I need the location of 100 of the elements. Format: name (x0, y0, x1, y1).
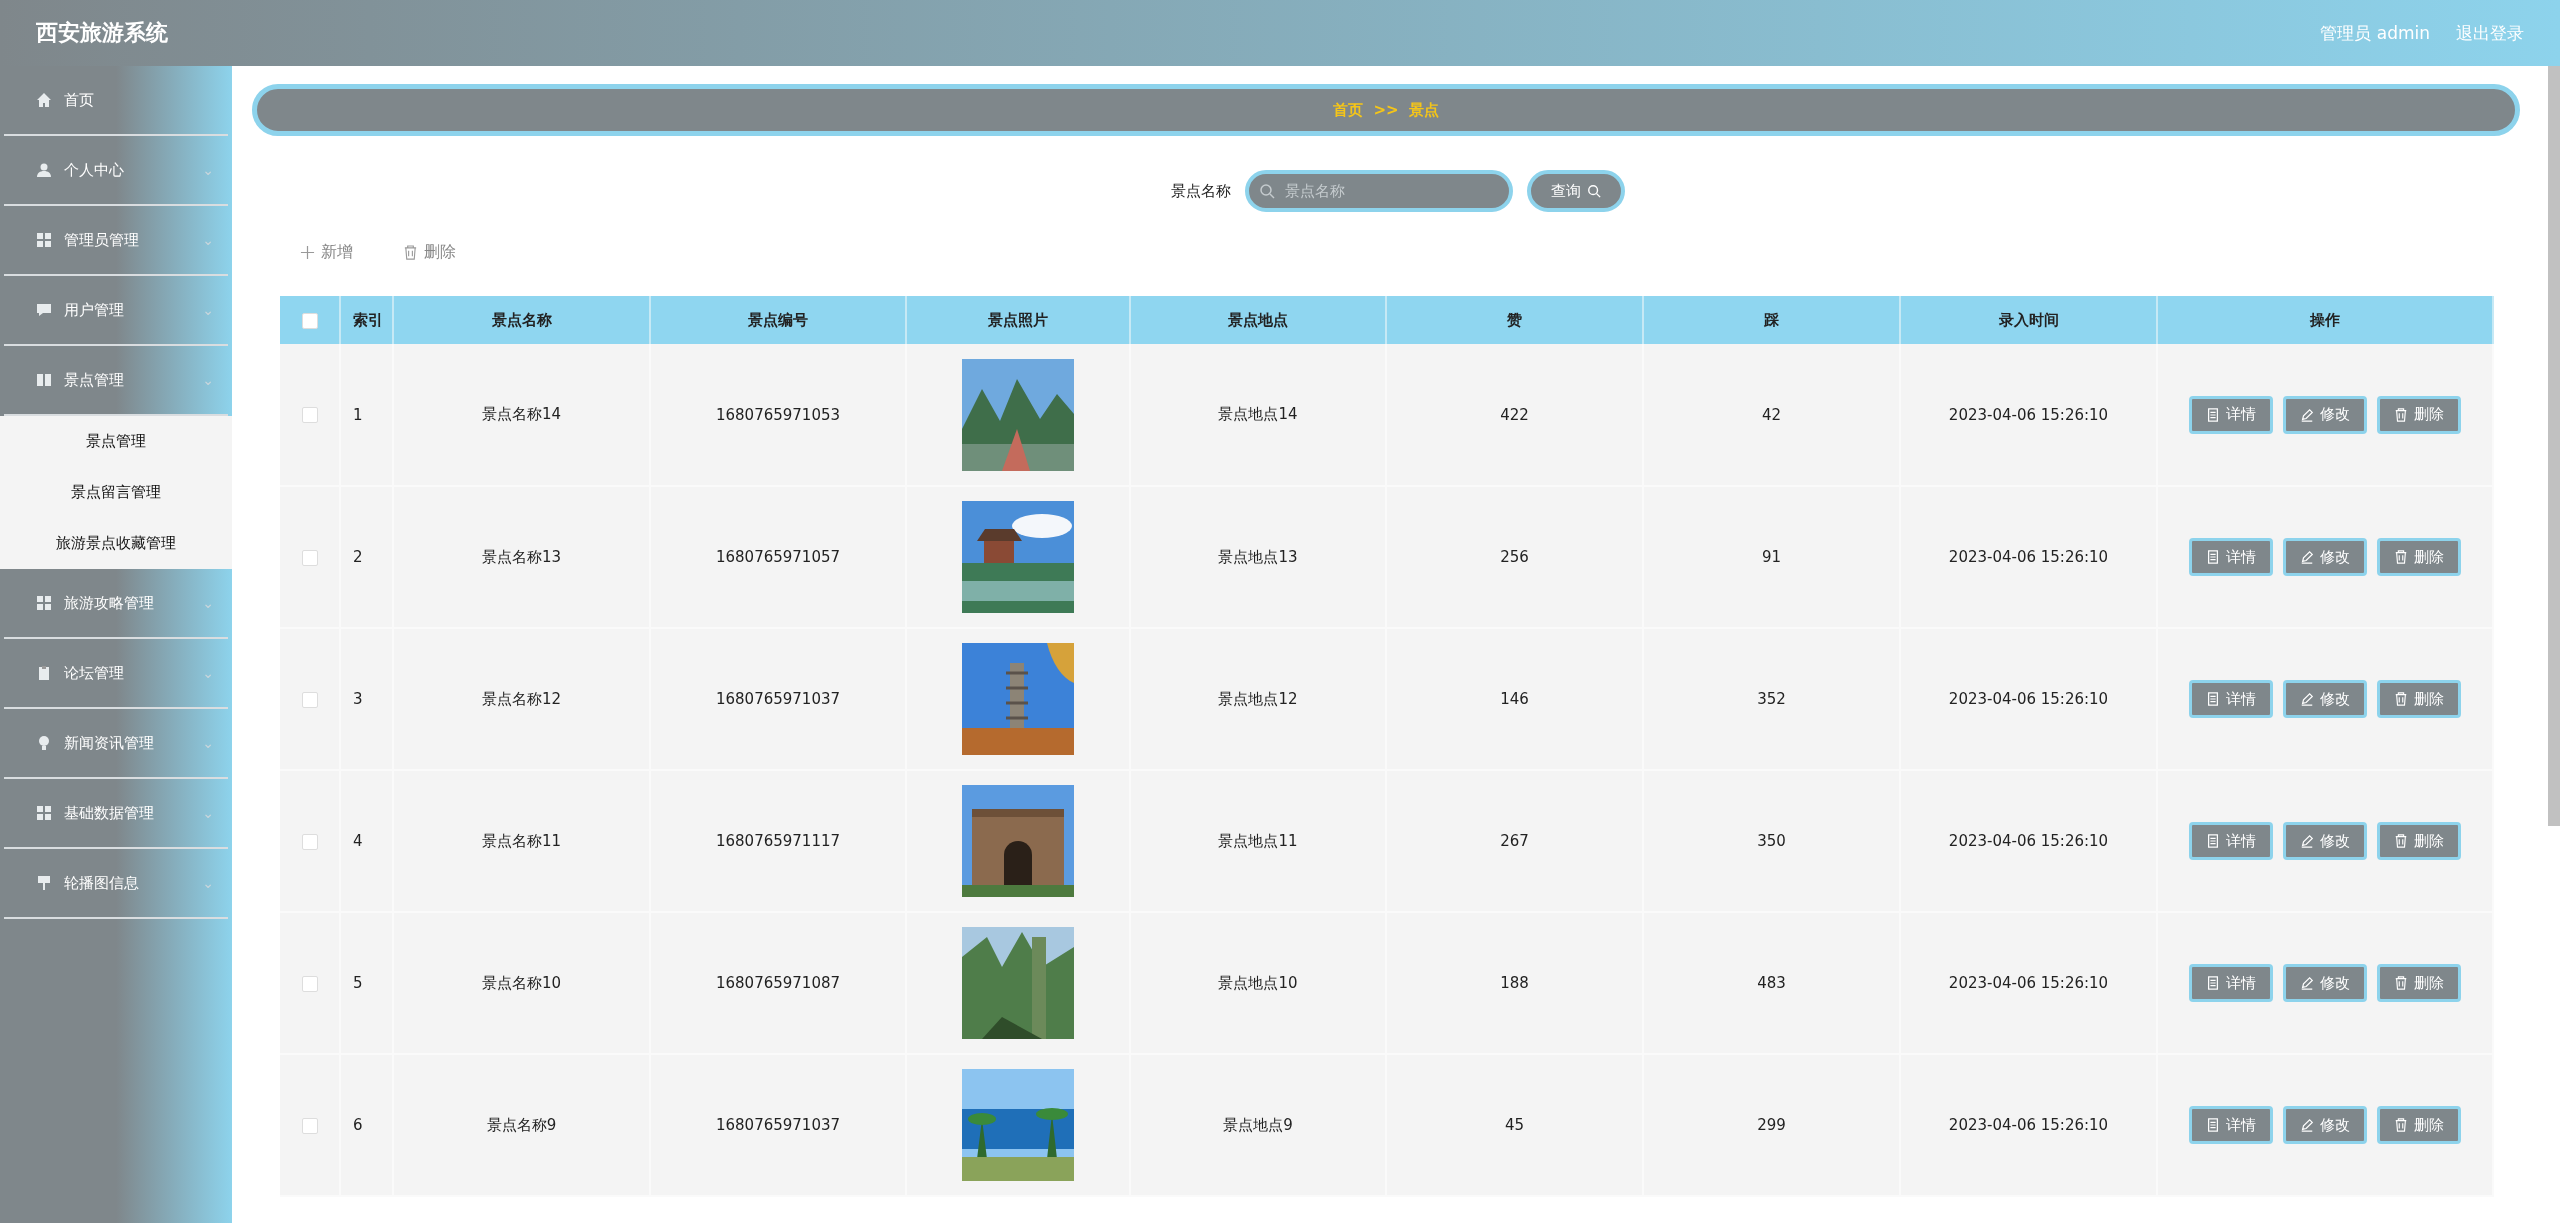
table-cell: 1680765971037 (650, 1054, 906, 1196)
column-header: 景点编号 (650, 296, 906, 344)
table-cell: 景点地点10 (1130, 912, 1386, 1054)
column-header: 索引 (340, 296, 393, 344)
checkbox[interactable] (301, 691, 318, 708)
chevron-icon: ⌄ (202, 875, 214, 891)
table-cell: 景点地点12 (1130, 628, 1386, 770)
chevron-icon: ⌄ (202, 162, 214, 178)
trash-icon (403, 244, 418, 260)
table-cell: 6 (340, 1054, 393, 1196)
grid-icon (36, 805, 52, 821)
delete-button[interactable]: 删除 (2377, 1106, 2461, 1144)
table-cell: 146 (1386, 628, 1643, 770)
sidebar-item[interactable]: 新闻资讯管理 ⌄ (4, 709, 228, 779)
pen-icon (2300, 1118, 2314, 1132)
table-cell: 4 (340, 770, 393, 912)
plus-icon (300, 244, 315, 260)
delete-button[interactable]: 删除 (2377, 680, 2461, 718)
add-button[interactable]: 新增 (300, 241, 353, 263)
breadcrumb-item[interactable]: 景点 (1408, 100, 1439, 120)
table-cell: 1680765971057 (650, 486, 906, 628)
sidebar-item[interactable]: 基础数据管理 ⌄ (4, 779, 228, 849)
trash-icon (2394, 692, 2408, 706)
sidebar-item[interactable]: 个人中心 ⌄ (4, 136, 228, 206)
edit-button[interactable]: 修改 (2283, 822, 2367, 860)
details-button[interactable]: 详情 (2189, 395, 2273, 434)
delete-button[interactable]: 删除 (403, 241, 456, 263)
table-cell: 91 (1643, 486, 1900, 628)
column-header: 踩 (1643, 296, 1900, 344)
table-cell: 352 (1643, 628, 1900, 770)
table-cell: 188 (1386, 912, 1643, 1054)
table-cell: 景点名称13 (393, 486, 650, 628)
table-cell: 2023-04-06 15:26:10 (1900, 912, 2157, 1054)
table-cell: 45 (1386, 1054, 1643, 1196)
edit-button[interactable]: 修改 (2283, 680, 2367, 718)
table-cell: 2 (340, 486, 393, 628)
details-button[interactable]: 详情 (2189, 822, 2273, 860)
checkbox[interactable] (301, 312, 318, 329)
delete-button[interactable]: 删除 (2377, 538, 2461, 576)
checkbox[interactable] (301, 975, 318, 992)
sidebar-item[interactable]: 首页 (4, 66, 228, 136)
column-header: 操作 (2157, 296, 2493, 344)
edit-button[interactable]: 修改 (2283, 538, 2367, 576)
details-button[interactable]: 详情 (2189, 964, 2273, 1002)
signpost-icon (36, 875, 52, 891)
query-button[interactable]: 查询 (1527, 170, 1625, 212)
table-cell: 42 (1643, 344, 1900, 486)
search-icon (1587, 184, 1601, 198)
checkbox[interactable] (301, 1117, 318, 1134)
bulb-icon (36, 735, 52, 751)
pen-icon (2300, 692, 2314, 706)
pen-icon (2300, 407, 2314, 422)
breadcrumb-separator: >> (1373, 101, 1399, 119)
submenu-item[interactable]: 旅游景点收藏管理 (0, 518, 232, 569)
submenu-item[interactable]: 景点管理 (0, 416, 232, 467)
table-cell: 景点地点9 (1130, 1054, 1386, 1196)
table-cell: 350 (1643, 770, 1900, 912)
table-cell: 483 (1643, 912, 1900, 1054)
details-button[interactable]: 详情 (2189, 538, 2273, 576)
table-cell: 1 (340, 344, 393, 486)
column-header: 景点照片 (906, 296, 1130, 344)
sidebar-item[interactable]: 旅游攻略管理 ⌄ (4, 569, 228, 639)
table-cell: 景点名称9 (393, 1054, 650, 1196)
column-header: 赞 (1386, 296, 1643, 344)
trash-icon (2394, 976, 2408, 990)
table-cell: 1680765971053 (650, 344, 906, 486)
table-cell: 2023-04-06 15:26:10 (1900, 1054, 2157, 1196)
delete-button[interactable]: 删除 (2377, 822, 2461, 860)
delete-button[interactable]: 删除 (2377, 395, 2461, 434)
table-cell: 景点名称11 (393, 770, 650, 912)
search-field[interactable]: 景点名称 (1245, 170, 1513, 212)
sidebar-item[interactable]: 管理员管理 ⌄ (4, 206, 228, 276)
details-button[interactable]: 详情 (2189, 1106, 2273, 1144)
document-icon (2206, 1118, 2220, 1132)
sidebar-item[interactable]: 轮播图信息 ⌄ (4, 849, 228, 919)
column-header: 景点地点 (1130, 296, 1386, 344)
edit-button[interactable]: 修改 (2283, 1106, 2367, 1144)
chevron-icon: ⌄ (202, 665, 214, 681)
sidebar-item[interactable]: 论坛管理 ⌄ (4, 639, 228, 709)
table-cell: 景点名称12 (393, 628, 650, 770)
checkbox[interactable] (301, 549, 318, 566)
edit-button[interactable]: 修改 (2283, 395, 2367, 434)
document-icon (2206, 692, 2220, 706)
trash-icon (2394, 407, 2408, 422)
delete-button[interactable]: 删除 (2377, 964, 2461, 1002)
app-title: 西安旅游系统 (36, 19, 169, 47)
table-cell: 2023-04-06 15:26:10 (1900, 770, 2157, 912)
checkbox[interactable] (301, 833, 318, 850)
details-button[interactable]: 详情 (2189, 680, 2273, 718)
submenu-item[interactable]: 景点留言管理 (0, 467, 232, 518)
user-label: 管理员 admin (2320, 21, 2430, 45)
edit-button[interactable]: 修改 (2283, 964, 2367, 1002)
sidebar-item[interactable]: 用户管理 ⌄ (4, 276, 228, 346)
breadcrumb-item[interactable]: 首页 (1333, 100, 1364, 120)
grid-icon (36, 595, 52, 611)
table-cell: 267 (1386, 770, 1643, 912)
table-cell: 2023-04-06 15:26:10 (1900, 344, 2157, 486)
scrollbar[interactable] (2548, 66, 2560, 826)
checkbox[interactable] (301, 407, 318, 423)
table-cell: 景点地点14 (1130, 344, 1386, 486)
